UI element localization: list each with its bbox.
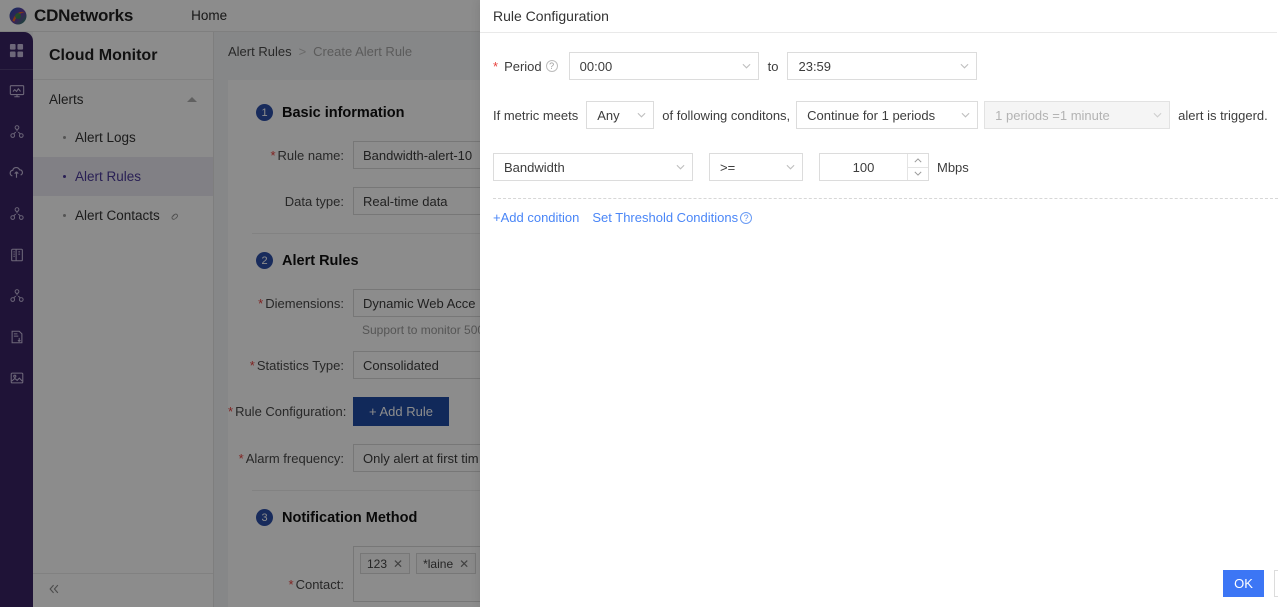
chevron-down-icon <box>961 112 970 120</box>
threshold-unit: Mbps <box>937 159 969 175</box>
threshold-stepper[interactable]: 100 <box>819 153 929 181</box>
period-label: * Period ? <box>493 59 558 74</box>
stepper-controls[interactable] <box>907 154 928 180</box>
period-row: * Period ? 00:00 to 23:59 <box>493 52 1278 80</box>
question-circle-icon[interactable]: ? <box>740 211 753 224</box>
stepper-down-icon[interactable] <box>908 168 928 181</box>
question-circle-icon[interactable]: ? <box>545 60 558 72</box>
drawer-body: * Period ? 00:00 to 23:59 If metric meet… <box>480 33 1278 573</box>
continuation-select[interactable]: Continue for 1 periods <box>796 101 979 129</box>
operator-value: >= <box>720 159 736 175</box>
sentence-prefix: If metric meets <box>493 107 579 123</box>
chevron-down-icon <box>676 164 685 172</box>
period-from-select[interactable]: 00:00 <box>568 52 759 80</box>
chevron-down-icon <box>637 112 646 120</box>
stepper-up-icon[interactable] <box>908 154 928 168</box>
period-length-select: 1 periods =1 minute <box>984 101 1171 129</box>
chevron-down-icon <box>742 63 751 71</box>
period-to-select[interactable]: 23:59 <box>787 52 978 80</box>
chevron-down-icon <box>1153 112 1162 120</box>
match-mode-value: Any <box>597 107 620 123</box>
period-to-value: 23:59 <box>798 58 832 74</box>
required-asterisk: * <box>493 58 499 74</box>
drawer-title: Rule Configuration <box>493 8 609 24</box>
conditions-divider <box>493 198 1278 199</box>
chevron-down-icon <box>786 164 795 172</box>
match-mode-select[interactable]: Any <box>586 101 655 129</box>
app-root: CDNetworks Home Cloud Monitor Alerts Ale… <box>0 0 1278 607</box>
metric-value: Bandwidth <box>504 159 565 175</box>
threshold-value[interactable]: 100 <box>820 154 907 180</box>
condition-row: Bandwidth >= 100 Mbps <box>493 153 1278 181</box>
condition-links: +Add condition Set Threshold Conditions … <box>493 210 1278 225</box>
set-threshold-conditions-link[interactable]: Set Threshold Conditions ? <box>592 210 753 225</box>
period-length-value: 1 periods =1 minute <box>995 107 1110 123</box>
label-text: Period <box>504 58 542 74</box>
operator-select[interactable]: >= <box>709 153 803 181</box>
add-condition-link[interactable]: +Add condition <box>493 210 579 225</box>
sentence-middle: of following conditons, <box>662 107 791 123</box>
rule-configuration-drawer: Rule Configuration * Period ? 00:00 to 2… <box>480 0 1278 607</box>
link-text: Set Threshold Conditions <box>592 210 739 225</box>
period-from-value: 00:00 <box>579 58 613 74</box>
continuation-value: Continue for 1 periods <box>807 107 936 123</box>
period-between-label: to <box>767 58 779 74</box>
cancel-button[interactable]: Cancel <box>1274 570 1278 597</box>
ok-button[interactable]: OK <box>1223 570 1264 597</box>
chevron-down-icon <box>960 63 969 71</box>
drawer-footer: OK Cancel <box>480 560 1278 607</box>
condition-sentence-row: If metric meets Any of following condito… <box>493 101 1278 129</box>
metric-select[interactable]: Bandwidth <box>493 153 693 181</box>
sentence-suffix: alert is triggerd. <box>1178 107 1268 123</box>
